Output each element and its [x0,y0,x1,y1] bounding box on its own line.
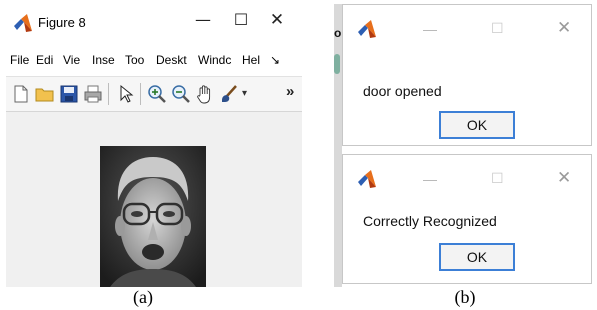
dialogs-panel: o — ☐ ✕ door opened OK — ☐ ✕ Correctly R… [334,4,596,287]
face-image [100,146,206,287]
save-icon[interactable] [58,83,80,105]
window-title: Figure 8 [38,15,86,30]
caption-b: (b) [454,287,476,307]
figure-canvas [6,112,302,287]
matlab-logo-icon [358,170,376,188]
menu-tools[interactable]: Too [125,53,144,67]
menu-desktop[interactable]: Deskt [156,53,187,67]
menu-edit[interactable]: Edi [36,53,53,67]
maximize-button[interactable]: ☐ [491,20,521,37]
toolbar-separator [140,83,141,105]
menu-insert[interactable]: Inse [92,53,115,67]
dialog-message: door opened [363,83,442,99]
minimize-button[interactable]: — [423,171,453,187]
matlab-logo-icon [14,14,32,32]
menu-window[interactable]: Windc [198,53,231,67]
toolbar-overflow-icon[interactable]: » [286,83,294,100]
menu-file[interactable]: File [10,53,29,67]
print-icon[interactable] [82,83,104,105]
pointer-icon[interactable] [114,83,136,105]
figure-window: Figure 8 — ☐ ✕ File Edi Vie Inse Too Des… [6,4,302,287]
ok-button[interactable]: OK [439,111,515,139]
menu-help[interactable]: Hel [242,53,260,67]
close-button[interactable]: ✕ [557,168,587,188]
maximize-button[interactable]: ☐ [229,10,253,34]
zoom-out-icon[interactable] [170,83,192,105]
message-dialog-correctly-recognized: — ☐ ✕ Correctly Recognized OK [342,154,592,284]
minimize-button[interactable]: — [423,21,453,37]
dialog-message: Correctly Recognized [363,213,497,229]
pan-hand-icon[interactable] [194,83,216,105]
caption-a: (a) [133,287,153,307]
toolbar-separator [108,83,109,105]
brush-dropdown-arrow[interactable]: ▾ [242,88,247,99]
background-window-text: o [334,26,342,40]
maximize-button[interactable]: ☐ [491,170,521,187]
menu-dock-arrow-icon[interactable]: ↘ [270,53,280,67]
minimize-button[interactable]: — [191,10,215,34]
title-bar[interactable]: Figure 8 — ☐ ✕ [6,4,302,42]
toolbar: ▾ » [6,76,302,112]
message-dialog-door-opened: — ☐ ✕ door opened OK [342,4,592,146]
background-window-edge [334,4,342,287]
open-folder-icon[interactable] [34,83,56,105]
zoom-in-icon[interactable] [146,83,168,105]
close-button[interactable]: ✕ [557,18,587,38]
ok-button[interactable]: OK [439,243,515,271]
close-button[interactable]: ✕ [265,10,289,34]
menu-bar: File Edi Vie Inse Too Deskt Windc Hel ↘ [6,44,302,76]
new-file-icon[interactable] [10,83,32,105]
background-window-tab [334,54,340,74]
matlab-logo-icon [358,20,376,38]
brush-icon[interactable] [218,83,240,105]
menu-view[interactable]: Vie [63,53,80,67]
